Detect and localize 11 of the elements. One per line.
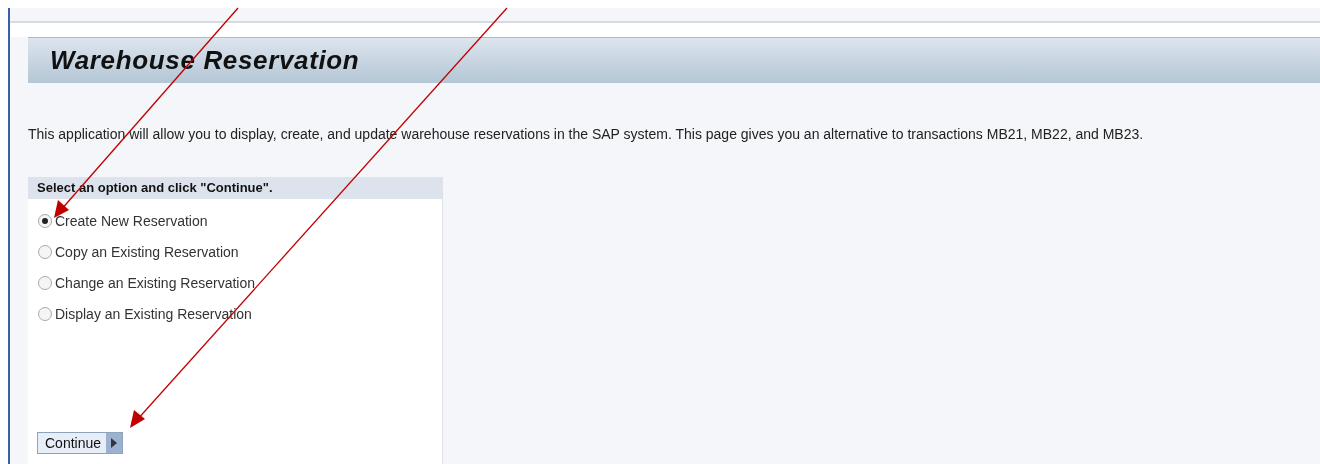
option-label: Create New Reservation — [55, 211, 208, 231]
option-label: Copy an Existing Reservation — [55, 242, 239, 262]
radio-button[interactable] — [38, 276, 52, 290]
panel-heading: Select an option and click "Continue". — [37, 179, 273, 198]
continue-button[interactable]: Continue — [37, 432, 124, 454]
radio-button[interactable] — [38, 245, 52, 259]
radio-button[interactable] — [38, 307, 52, 321]
option-label: Change an Existing Reservation — [55, 273, 255, 293]
page-title: Warehouse Reservation — [50, 44, 360, 77]
radio-button[interactable] — [38, 214, 52, 228]
play-icon — [111, 438, 118, 448]
